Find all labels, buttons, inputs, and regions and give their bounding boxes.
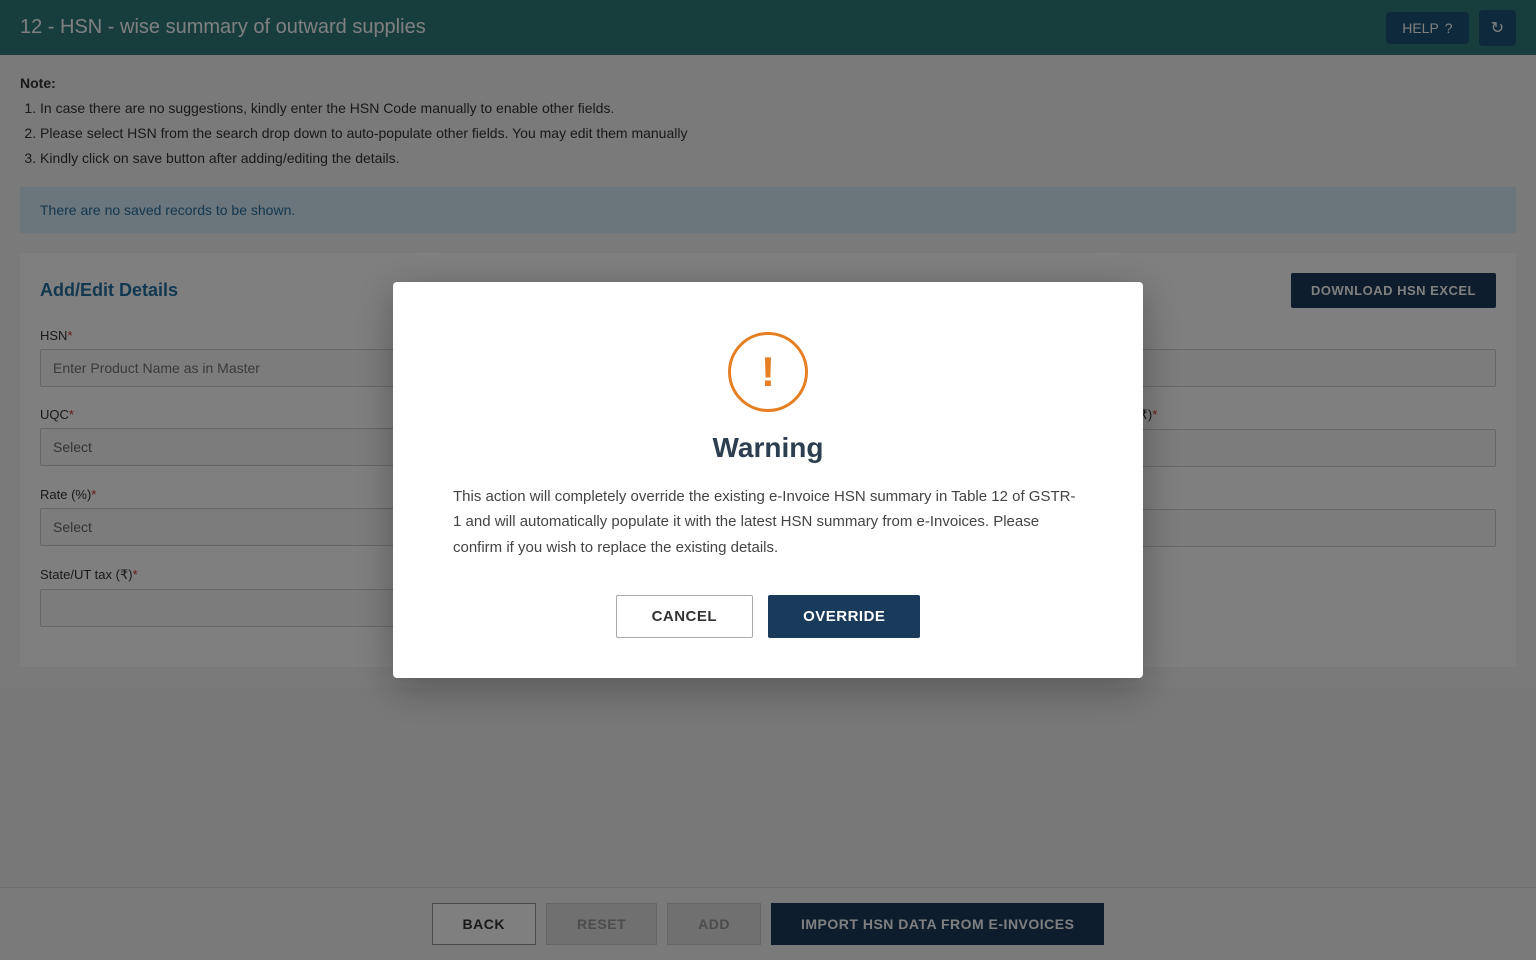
override-button[interactable]: OVERRIDE [768, 595, 920, 638]
modal-overlay: ! Warning This action will completely ov… [0, 0, 1536, 960]
modal-actions: CANCEL OVERRIDE [453, 595, 1083, 638]
modal-title: Warning [453, 432, 1083, 464]
cancel-button[interactable]: CANCEL [616, 595, 754, 638]
modal-message: This action will completely override the… [453, 484, 1083, 561]
warning-modal: ! Warning This action will completely ov… [393, 282, 1143, 679]
warning-icon-circle: ! [728, 332, 808, 412]
warning-exclamation-icon: ! [761, 351, 775, 393]
